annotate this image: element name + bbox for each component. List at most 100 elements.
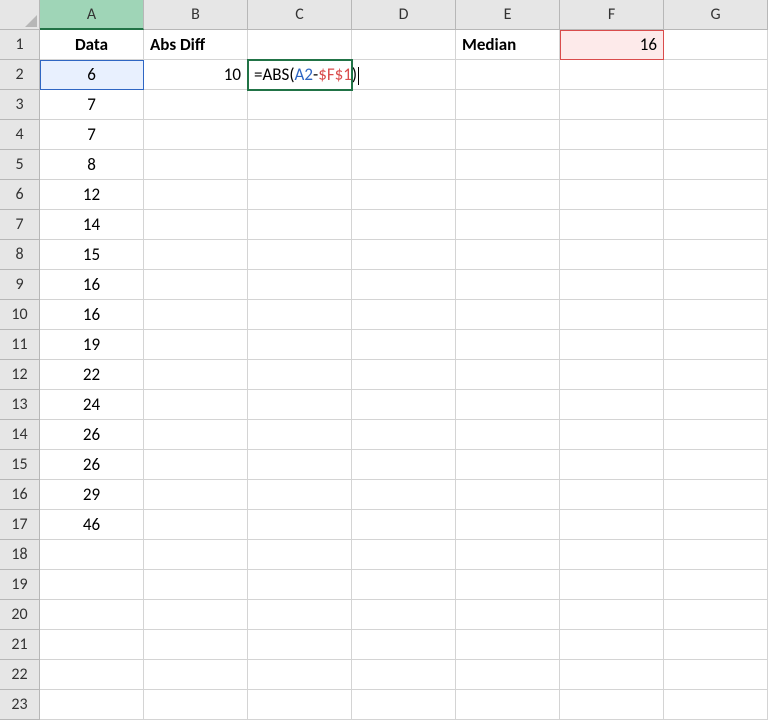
- cell-B19[interactable]: [144, 570, 248, 600]
- cell-E6[interactable]: [456, 180, 560, 210]
- cell-D5[interactable]: [352, 150, 456, 180]
- cell-F20[interactable]: [560, 600, 664, 630]
- row-header-9[interactable]: 9: [0, 270, 40, 300]
- cell-F11[interactable]: [560, 330, 664, 360]
- cell-C18[interactable]: [248, 540, 352, 570]
- cell-C11[interactable]: [248, 330, 352, 360]
- cell-D19[interactable]: [352, 570, 456, 600]
- cell-A2[interactable]: 6: [40, 60, 144, 90]
- cell-C5[interactable]: [248, 150, 352, 180]
- cell-A6[interactable]: 12: [40, 180, 144, 210]
- cell-D7[interactable]: [352, 210, 456, 240]
- cell-B16[interactable]: [144, 480, 248, 510]
- formula-editor[interactable]: =ABS(A2-$F$1): [254, 64, 359, 85]
- cell-B14[interactable]: [144, 420, 248, 450]
- cell-B11[interactable]: [144, 330, 248, 360]
- col-header-E[interactable]: E: [456, 0, 560, 30]
- cell-D20[interactable]: [352, 600, 456, 630]
- cell-B3[interactable]: [144, 90, 248, 120]
- cell-G14[interactable]: [664, 420, 768, 450]
- cell-C20[interactable]: [248, 600, 352, 630]
- cell-F17[interactable]: [560, 510, 664, 540]
- cell-A18[interactable]: [40, 540, 144, 570]
- row-header-3[interactable]: 3: [0, 90, 40, 120]
- cell-A12[interactable]: 22: [40, 360, 144, 390]
- cell-D6[interactable]: [352, 180, 456, 210]
- cell-C13[interactable]: [248, 390, 352, 420]
- cell-F12[interactable]: [560, 360, 664, 390]
- cell-F19[interactable]: [560, 570, 664, 600]
- cell-E7[interactable]: [456, 210, 560, 240]
- cell-C15[interactable]: [248, 450, 352, 480]
- cell-C10[interactable]: [248, 300, 352, 330]
- row-header-6[interactable]: 6: [0, 180, 40, 210]
- row-header-20[interactable]: 20: [0, 600, 40, 630]
- cell-F9[interactable]: [560, 270, 664, 300]
- cell-A20[interactable]: [40, 600, 144, 630]
- cell-B5[interactable]: [144, 150, 248, 180]
- cell-C6[interactable]: [248, 180, 352, 210]
- cell-C17[interactable]: [248, 510, 352, 540]
- cell-B21[interactable]: [144, 630, 248, 660]
- cell-C2-editing[interactable]: =ABS(A2-$F$1): [248, 60, 352, 90]
- cell-A17[interactable]: 46: [40, 510, 144, 540]
- cell-F5[interactable]: [560, 150, 664, 180]
- row-header-22[interactable]: 22: [0, 660, 40, 690]
- row-header-11[interactable]: 11: [0, 330, 40, 360]
- cell-A19[interactable]: [40, 570, 144, 600]
- cell-B9[interactable]: [144, 270, 248, 300]
- cell-G3[interactable]: [664, 90, 768, 120]
- cell-B8[interactable]: [144, 240, 248, 270]
- cell-F22[interactable]: [560, 660, 664, 690]
- cell-G19[interactable]: [664, 570, 768, 600]
- col-header-G[interactable]: G: [664, 0, 768, 30]
- cell-C23[interactable]: [248, 690, 352, 720]
- cell-D18[interactable]: [352, 540, 456, 570]
- cell-E8[interactable]: [456, 240, 560, 270]
- cell-F21[interactable]: [560, 630, 664, 660]
- cell-F13[interactable]: [560, 390, 664, 420]
- cell-B15[interactable]: [144, 450, 248, 480]
- cell-E21[interactable]: [456, 630, 560, 660]
- cell-E20[interactable]: [456, 600, 560, 630]
- cell-C7[interactable]: [248, 210, 352, 240]
- cell-E3[interactable]: [456, 90, 560, 120]
- cell-E14[interactable]: [456, 420, 560, 450]
- cell-C9[interactable]: [248, 270, 352, 300]
- cell-F14[interactable]: [560, 420, 664, 450]
- row-header-15[interactable]: 15: [0, 450, 40, 480]
- col-header-B[interactable]: B: [144, 0, 248, 30]
- cell-C4[interactable]: [248, 120, 352, 150]
- cell-D15[interactable]: [352, 450, 456, 480]
- cell-D14[interactable]: [352, 420, 456, 450]
- cell-A14[interactable]: 26: [40, 420, 144, 450]
- cell-F10[interactable]: [560, 300, 664, 330]
- row-header-17[interactable]: 17: [0, 510, 40, 540]
- cell-D21[interactable]: [352, 630, 456, 660]
- cell-C22[interactable]: [248, 660, 352, 690]
- cell-F16[interactable]: [560, 480, 664, 510]
- col-header-A[interactable]: A: [40, 0, 144, 30]
- cell-A16[interactable]: 29: [40, 480, 144, 510]
- cell-B6[interactable]: [144, 180, 248, 210]
- row-header-1[interactable]: 1: [0, 30, 40, 60]
- cell-D8[interactable]: [352, 240, 456, 270]
- cell-C3[interactable]: [248, 90, 352, 120]
- row-header-12[interactable]: 12: [0, 360, 40, 390]
- row-header-21[interactable]: 21: [0, 630, 40, 660]
- cell-A1[interactable]: Data: [40, 30, 144, 60]
- cell-E9[interactable]: [456, 270, 560, 300]
- spreadsheet-grid[interactable]: A B C D E F G 1 Data Abs Diff Median 16 …: [0, 0, 768, 720]
- cell-E4[interactable]: [456, 120, 560, 150]
- cell-D11[interactable]: [352, 330, 456, 360]
- cell-C19[interactable]: [248, 570, 352, 600]
- row-header-7[interactable]: 7: [0, 210, 40, 240]
- cell-F4[interactable]: [560, 120, 664, 150]
- cell-A7[interactable]: 14: [40, 210, 144, 240]
- cell-D2[interactable]: [352, 60, 456, 90]
- cell-G20[interactable]: [664, 600, 768, 630]
- cell-B20[interactable]: [144, 600, 248, 630]
- row-header-14[interactable]: 14: [0, 420, 40, 450]
- row-header-8[interactable]: 8: [0, 240, 40, 270]
- cell-F23[interactable]: [560, 690, 664, 720]
